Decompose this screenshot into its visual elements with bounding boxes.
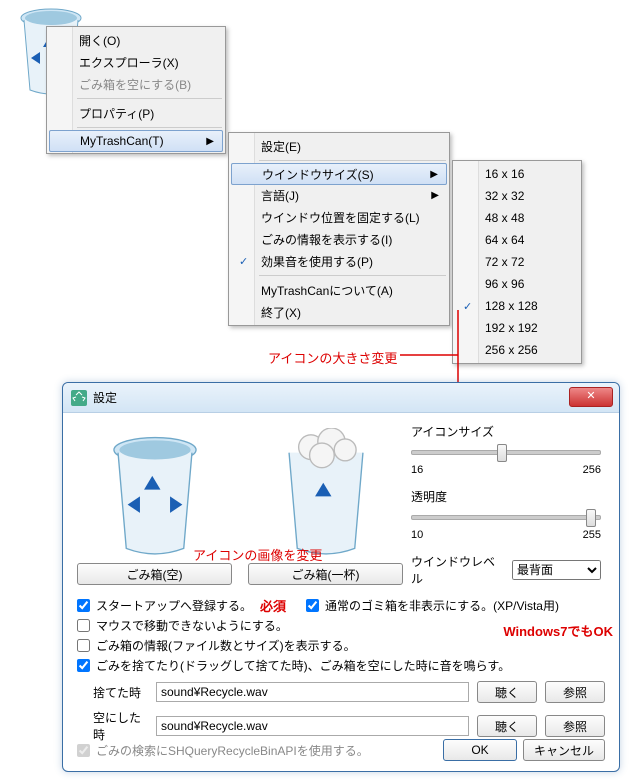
- opacity-label: 透明度: [411, 488, 601, 505]
- drop-browse-button[interactable]: 参照: [545, 681, 605, 703]
- size-48[interactable]: 48 x 48: [455, 207, 579, 229]
- chk-hide-normal[interactable]: 通常のゴミ箱を非表示にする。(XP/Vista用): [306, 595, 559, 615]
- ctx-settings[interactable]: 設定(E): [231, 135, 447, 157]
- cancel-button[interactable]: キャンセル: [523, 739, 605, 761]
- drop-listen-button[interactable]: 聴く: [477, 681, 537, 703]
- chk-startup[interactable]: スタートアップへ登録する。必須: [77, 595, 286, 615]
- ctx-open[interactable]: 開く(O): [49, 29, 223, 51]
- ctx-empty-bin: ごみ箱を空にする(B): [49, 73, 223, 95]
- size-192[interactable]: 192 x 192: [455, 317, 579, 339]
- check-icon: ✓: [239, 255, 248, 268]
- window-level-label: ウインドウレベル: [411, 553, 506, 587]
- recycle-icon: [71, 390, 87, 406]
- empty-listen-button[interactable]: 聴く: [477, 715, 537, 737]
- anno-win7: Windows7でもOK: [503, 621, 613, 640]
- ctx-exit[interactable]: 終了(X): [231, 301, 447, 323]
- preview-empty-icon: [77, 423, 232, 563]
- preview-full-icon: [248, 423, 403, 563]
- ctx-use-sound[interactable]: ✓効果音を使用する(P): [231, 250, 447, 272]
- size-32[interactable]: 32 x 32: [455, 185, 579, 207]
- size-96[interactable]: 96 x 96: [455, 273, 579, 295]
- anno-icon-size: アイコンの大きさ変更: [268, 348, 397, 367]
- opacity-slider[interactable]: [411, 507, 601, 527]
- chevron-right-icon: ▶: [206, 136, 214, 147]
- full-bin-image-button[interactable]: ごみ箱(一杯): [248, 563, 403, 585]
- context-menu-size: 16 x 16 32 x 32 48 x 48 64 x 64 72 x 72 …: [452, 160, 582, 364]
- check-icon: ✓: [463, 300, 472, 313]
- size-16[interactable]: 16 x 16: [455, 163, 579, 185]
- ctx-show-info[interactable]: ごみの情報を表示する(I): [231, 228, 447, 250]
- ctx-language[interactable]: 言語(J)▶: [231, 184, 447, 206]
- ok-button[interactable]: OK: [443, 739, 517, 761]
- window-level-select[interactable]: 最背面: [512, 560, 601, 580]
- anno-icon-image: アイコンの画像を変更: [193, 545, 322, 564]
- chevron-right-icon: ▶: [431, 190, 439, 201]
- ctx-explorer[interactable]: エクスプローラ(X): [49, 51, 223, 73]
- size-256[interactable]: 256 x 256: [455, 339, 579, 361]
- ctx-mytrashcan[interactable]: MyTrashCan(T)▶: [49, 130, 223, 152]
- chk-api: ごみの検索にSHQueryRecycleBinAPIを使用する。: [77, 740, 369, 760]
- empty-sound-label: 空にした時: [93, 709, 148, 743]
- close-button[interactable]: ✕: [569, 387, 613, 407]
- icon-size-slider[interactable]: [411, 442, 601, 462]
- ctx-about[interactable]: MyTrashCanについて(A): [231, 279, 447, 301]
- icon-size-label: アイコンサイズ: [411, 423, 601, 440]
- dialog-titlebar: 設定 ✕: [63, 383, 619, 413]
- empty-sound-input[interactable]: [156, 716, 469, 736]
- ctx-window-size[interactable]: ウインドウサイズ(S)▶: [231, 163, 447, 185]
- empty-bin-image-button[interactable]: ごみ箱(空): [77, 563, 232, 585]
- context-menu-main: 開く(O) エクスプローラ(X) ごみ箱を空にする(B) プロパティ(P) My…: [46, 26, 226, 154]
- ctx-properties[interactable]: プロパティ(P): [49, 102, 223, 124]
- empty-browse-button[interactable]: 参照: [545, 715, 605, 737]
- drop-sound-label: 捨てた時: [93, 684, 148, 701]
- context-menu-mytrashcan: 設定(E) ウインドウサイズ(S)▶ 言語(J)▶ ウインドウ位置を固定する(L…: [228, 132, 450, 326]
- settings-dialog: 設定 ✕ ごみ箱(空) ごみ箱(一杯) アイコンの画像を変更 アイコンサイズ 1…: [62, 382, 620, 772]
- chk-play-sound[interactable]: ごみを捨てたり(ドラッグして捨てた時)、ごみ箱を空にした時に音を鳴らす。: [77, 655, 605, 675]
- size-128[interactable]: ✓128 x 128: [455, 295, 579, 317]
- ctx-lock-position[interactable]: ウインドウ位置を固定する(L): [231, 206, 447, 228]
- chevron-right-icon: ▶: [430, 169, 438, 180]
- size-64[interactable]: 64 x 64: [455, 229, 579, 251]
- dialog-title: 設定: [93, 389, 117, 406]
- drop-sound-input[interactable]: [156, 682, 469, 702]
- size-72[interactable]: 72 x 72: [455, 251, 579, 273]
